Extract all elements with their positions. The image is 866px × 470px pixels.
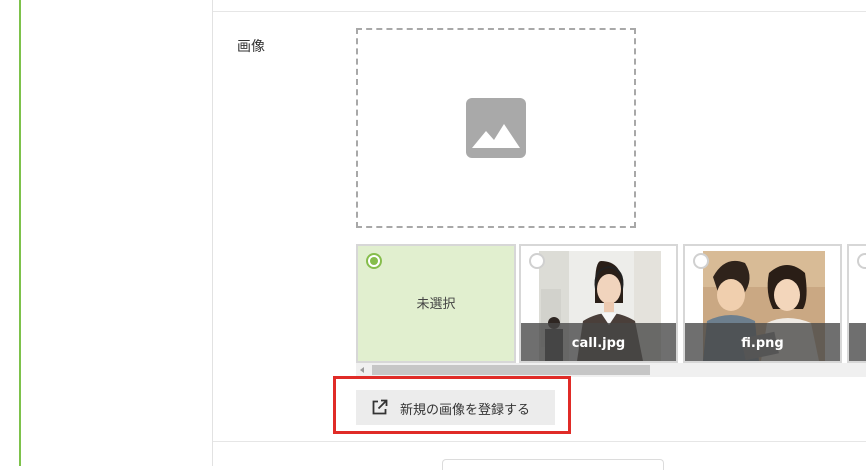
image-placeholder-icon	[466, 98, 526, 158]
radio-selected-icon[interactable]	[366, 253, 382, 269]
gallery-item-label: 未選択	[416, 297, 456, 312]
divider-top	[213, 11, 866, 12]
panel-divider	[212, 0, 213, 466]
register-button-label: 新規の画像を登録する	[400, 402, 531, 417]
open-in-new-icon	[372, 399, 388, 415]
gallery-item-none[interactable]: 未選択	[356, 244, 516, 363]
bottom-partial-control[interactable]	[442, 459, 664, 470]
gallery-item-label: fi.png	[741, 336, 784, 351]
divider-bottom	[213, 441, 866, 442]
image-preview[interactable]	[356, 28, 636, 228]
image-gallery: 未選択 call.jpg fi.png	[356, 244, 866, 363]
caption-overlay	[849, 323, 866, 361]
gallery-scrollbar[interactable]	[356, 363, 866, 377]
scrollbar-thumb[interactable]	[372, 365, 650, 375]
left-accent-bar	[19, 0, 21, 466]
image-field-label: 画像	[237, 39, 265, 55]
register-new-image-button[interactable]: 新規の画像を登録する	[356, 390, 555, 425]
radio-unselected-icon[interactable]	[529, 253, 545, 269]
scroll-left-arrow-icon[interactable]	[360, 367, 364, 373]
gallery-item-fi[interactable]: fi.png	[683, 244, 842, 363]
gallery-item-call[interactable]: call.jpg	[519, 244, 678, 363]
radio-unselected-icon[interactable]	[693, 253, 709, 269]
gallery-item-label: call.jpg	[571, 336, 626, 351]
radio-unselected-icon[interactable]	[857, 253, 866, 269]
gallery-item-partial[interactable]	[847, 244, 866, 363]
